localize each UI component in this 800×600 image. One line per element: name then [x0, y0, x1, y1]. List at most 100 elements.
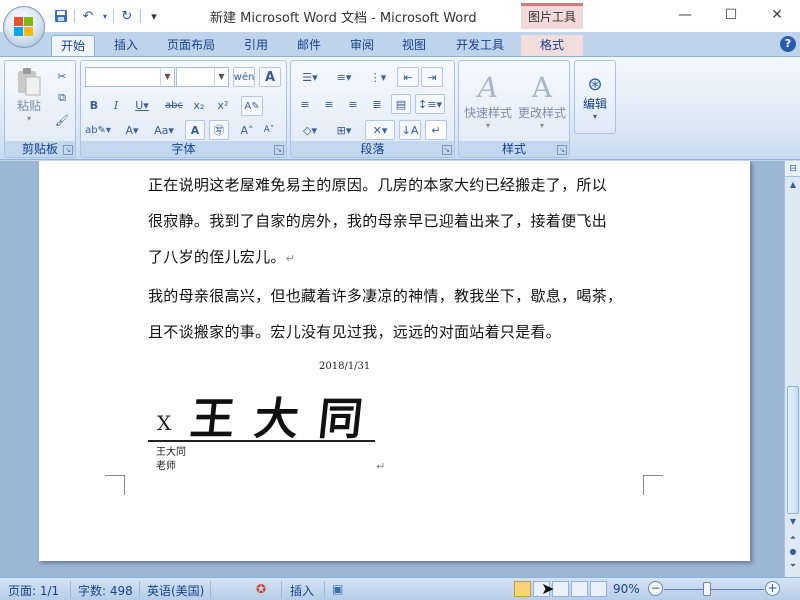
chevron-down-icon: ▾	[592, 111, 597, 121]
web-layout-view-icon[interactable]	[552, 581, 569, 597]
cut-icon[interactable]: ✂	[53, 67, 71, 85]
tab-format[interactable]: 格式	[521, 35, 583, 56]
text-effects-icon[interactable]: ab✎▾	[85, 121, 111, 139]
shrink-font-icon[interactable]: A˅	[259, 121, 279, 139]
copy-icon[interactable]: ⧉	[53, 89, 71, 107]
font-name-combo[interactable]: ▼	[85, 67, 175, 87]
shading-icon[interactable]: ◇▾	[295, 121, 325, 139]
multilevel-list-icon[interactable]: ⋮▾	[363, 67, 393, 87]
subscript-icon[interactable]: x₂	[189, 96, 209, 114]
change-styles-button[interactable]: A 更改样式 ▾	[515, 65, 569, 135]
status-separator	[70, 581, 71, 598]
quick-styles-button[interactable]: A 快速样式 ▾	[461, 65, 515, 135]
tab-view[interactable]: 视图	[392, 35, 436, 56]
customize-qat-icon[interactable]: ▾	[145, 7, 163, 25]
scroll-up-icon[interactable]: ▲	[785, 178, 800, 192]
format-painter-icon[interactable]: 🖌	[53, 111, 71, 129]
scroll-thumb[interactable]	[787, 386, 799, 514]
outline-view-icon[interactable]	[571, 581, 588, 597]
zoom-slider-thumb[interactable]	[703, 582, 711, 596]
paragraph-line: 很寂静。我到了自家的房外，我的母亲早已迎着出来了，接着便飞出	[148, 212, 608, 230]
browse-object-icon[interactable]: ●	[785, 545, 800, 559]
redo-icon[interactable]: ↻	[118, 7, 136, 25]
page-count[interactable]: 页面: 1/1	[8, 582, 59, 599]
character-border-icon[interactable]: A	[259, 67, 281, 87]
bullets-icon[interactable]: ☰▾	[295, 67, 325, 87]
paste-button[interactable]: 粘贴 ▾	[9, 65, 49, 125]
distributed-icon[interactable]: ▤	[391, 94, 411, 114]
paragraph-group: ☰▾ ≡▾ ⋮▾ ⇤ ⇥ ≡ ≡ ≡ ≣ ▤ ↕≡▾ ◇▾ ⊞▾ ✕▾ ↓A ↵…	[290, 60, 455, 158]
styles-group-label: 样式	[459, 141, 569, 157]
signature-image[interactable]: 王大同	[188, 383, 387, 447]
italic-icon[interactable]: I	[107, 96, 125, 114]
help-icon[interactable]: ?	[780, 36, 796, 52]
office-logo-icon	[14, 17, 34, 37]
undo-icon[interactable]: ↶	[79, 7, 97, 25]
align-right-icon[interactable]: ≡	[343, 95, 363, 113]
zoom-slider-track[interactable]	[664, 589, 764, 590]
line-spacing-icon[interactable]: ↕≡▾	[415, 94, 445, 114]
underline-icon[interactable]: U▾	[131, 96, 153, 114]
tab-insert[interactable]: 插入	[104, 35, 148, 56]
justify-icon[interactable]: ≣	[367, 95, 387, 113]
proofing-icon[interactable]: ✪	[256, 582, 266, 596]
sort-icon[interactable]: ↓A	[399, 120, 421, 140]
scroll-down-icon[interactable]: ▼	[785, 515, 800, 529]
zoom-level[interactable]: 90%	[613, 582, 640, 596]
enclose-characters-icon[interactable]: ㊢	[209, 120, 229, 140]
vertical-scrollbar[interactable]: ⊟ ▲ ▼ ⏶ ● ⏷	[784, 161, 800, 577]
phonetic-guide-icon[interactable]: wén	[233, 67, 255, 87]
tab-page-layout[interactable]: 页面布局	[160, 35, 222, 56]
strikethrough-icon[interactable]: abc	[163, 96, 185, 114]
show-marks-icon[interactable]: ↵	[425, 120, 447, 140]
save-icon[interactable]	[52, 7, 70, 25]
view-ruler-icon[interactable]: ⊟	[785, 161, 800, 177]
clear-formatting-icon[interactable]: A✎	[241, 96, 263, 116]
zoom-out-button[interactable]: −	[648, 581, 663, 596]
document-page[interactable]: 正在说明这老屋难免易主的原因。几房的本家大约已经搬走了，所以 很寂静。我到了自家…	[39, 161, 750, 561]
print-layout-view-icon[interactable]	[514, 581, 531, 597]
font-size-combo[interactable]: ▼	[176, 67, 229, 87]
align-center-icon[interactable]: ≡	[319, 95, 339, 113]
decrease-indent-icon[interactable]: ⇤	[397, 67, 419, 87]
insert-mode[interactable]: 插入	[290, 582, 314, 599]
chevron-down-icon[interactable]: ▼	[214, 68, 228, 86]
tab-home[interactable]: 开始	[51, 35, 95, 57]
tab-mailings[interactable]: 邮件	[287, 35, 331, 56]
maximize-button[interactable]: ☐	[708, 0, 754, 30]
macro-recording-icon[interactable]: ▣	[332, 582, 343, 596]
word-count[interactable]: 字数: 498	[78, 582, 133, 599]
superscript-icon[interactable]: x²	[213, 96, 233, 114]
increase-indent-icon[interactable]: ⇥	[421, 67, 443, 87]
undo-dropdown-icon[interactable]: ▾	[101, 7, 109, 25]
zoom-in-button[interactable]: +	[765, 581, 780, 596]
bold-icon[interactable]: B	[85, 96, 103, 114]
font-color-icon[interactable]: A▾	[119, 121, 145, 139]
character-shading-icon[interactable]: A	[185, 120, 205, 140]
align-left-icon[interactable]: ≡	[295, 95, 315, 113]
close-button[interactable]: ✕	[754, 0, 800, 30]
borders-icon[interactable]: ⊞▾	[329, 121, 359, 139]
office-button[interactable]	[3, 6, 45, 48]
tab-references[interactable]: 引用	[234, 35, 278, 56]
minimize-button[interactable]: —	[662, 0, 708, 30]
styles-launcher-icon[interactable]: ↘	[557, 145, 567, 155]
grow-font-icon[interactable]: A˄	[237, 121, 257, 139]
editing-button[interactable]: ⊛ 编辑 ▾	[577, 65, 613, 129]
chinese-layout-icon[interactable]: ✕▾	[365, 120, 395, 140]
next-page-icon[interactable]: ⏷	[785, 559, 800, 573]
tab-review[interactable]: 审阅	[340, 35, 384, 56]
change-case-icon[interactable]: Aa▾	[151, 121, 177, 139]
font-launcher-icon[interactable]: ↘	[274, 145, 284, 155]
paragraph-launcher-icon[interactable]: ↘	[442, 145, 452, 155]
paragraph-mark: ↵	[376, 460, 386, 473]
tab-developer[interactable]: 开发工具	[447, 35, 513, 56]
signer-name: 王大同	[156, 447, 186, 458]
language-indicator[interactable]: 英语(美国)	[147, 582, 204, 599]
crop-mark	[105, 475, 125, 495]
draft-view-icon[interactable]	[590, 581, 607, 597]
clipboard-launcher-icon[interactable]: ↘	[63, 145, 73, 155]
numbering-icon[interactable]: ≡▾	[329, 67, 359, 87]
chevron-down-icon[interactable]: ▼	[160, 68, 174, 86]
previous-page-icon[interactable]: ⏶	[785, 531, 800, 545]
